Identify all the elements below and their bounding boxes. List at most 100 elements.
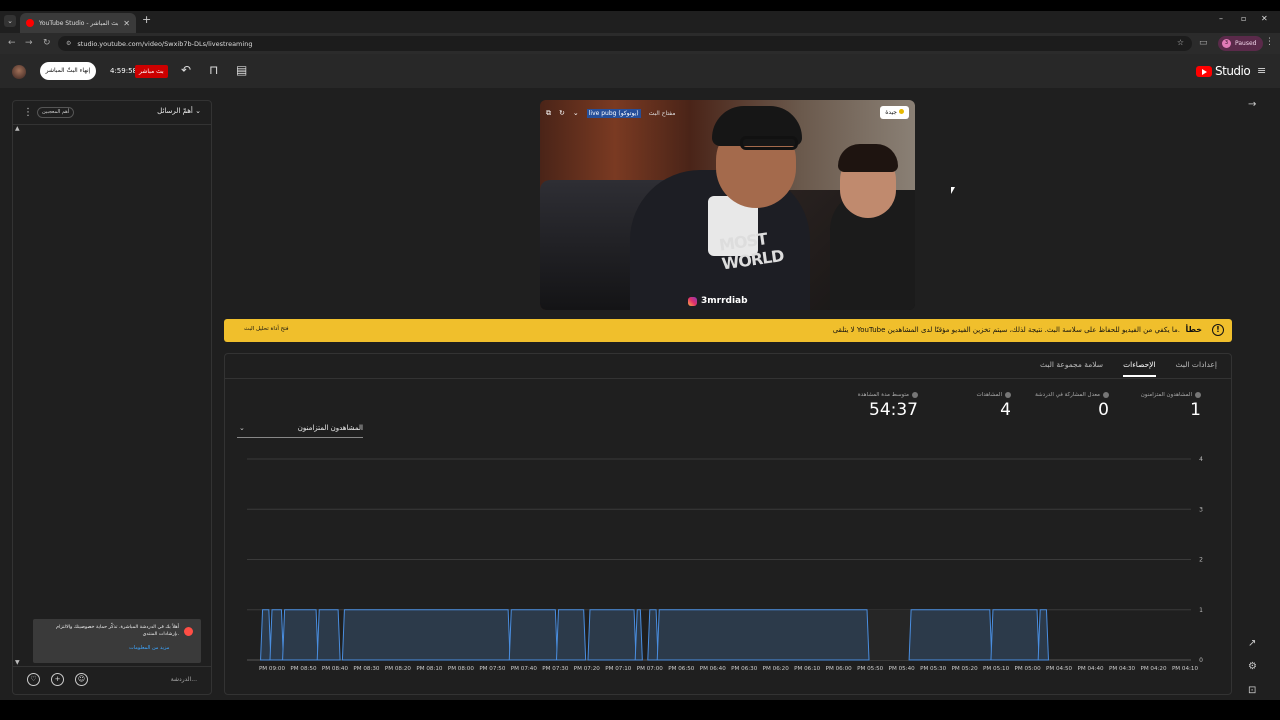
open-analyzer-link[interactable]: فتح أداة تحليل البث [244, 326, 288, 332]
instagram-icon [688, 296, 697, 306]
clapper-icon[interactable]: ▤ [236, 63, 247, 77]
top-fans-chip[interactable]: أهم المعجبين [37, 107, 75, 118]
copy-icon[interactable]: ⧉ [546, 109, 551, 118]
reload-icon[interactable]: ↻ [43, 38, 51, 48]
chart-area-segment [1037, 609, 1049, 661]
stat-label-text: المشاهدون المتزامنون [1140, 392, 1192, 398]
close-tab-icon[interactable]: ✕ [123, 19, 130, 28]
chart-area-segment [282, 609, 319, 661]
metric-dropdown[interactable]: ⌄ المشاهدون المتزامنون [237, 424, 363, 438]
stream-preview[interactable]: MOST WORLD ⧉ ↻ ⌄ live pubg (يوتوكو) مفتا… [540, 100, 915, 310]
y-tick-label: 4 [1199, 456, 1203, 463]
mouse-cursor-icon [951, 187, 955, 194]
info-icon[interactable] [1103, 392, 1109, 398]
gap-region [867, 609, 912, 660]
chart-area-segment [647, 609, 659, 661]
scroll-down-arrow-icon[interactable]: ▼ [15, 659, 20, 666]
x-tick-label: PM 05:00 [1015, 666, 1042, 672]
x-tick-label: PM 07:10 [605, 666, 632, 672]
chat-input[interactable]: الدردشة... [109, 672, 203, 687]
share-icon[interactable]: ↶ [181, 63, 191, 77]
close-window-icon[interactable]: ✕ [1261, 14, 1268, 23]
minimize-icon[interactable]: – [1219, 14, 1223, 23]
y-tick-label: 2 [1199, 557, 1203, 564]
x-tick-label: PM 08:10 [416, 666, 443, 672]
x-tick-label: PM 06:20 [763, 666, 790, 672]
chat-mode-dropdown[interactable]: أهمّ الرسائل ⌄ [157, 107, 201, 115]
chat-welcome-notice: أهلاً بك في الدردشة المباشرة. تذكّر حماي… [33, 619, 201, 663]
cast-icon[interactable]: ▭ [1199, 38, 1208, 48]
learn-more-link[interactable]: مزيد من المعلومات [129, 645, 169, 652]
x-tick-label: PM 04:40 [1077, 666, 1104, 672]
chart-area-segment [555, 609, 587, 661]
preview-handle-overlay: 3mrrdiab [688, 296, 748, 306]
bookmark-icon[interactable]: ⊓ [209, 63, 218, 77]
chat-header: ⋮ أهم المعجبين أهمّ الرسائل ⌄ [13, 101, 211, 125]
chart-area-segment [269, 609, 284, 661]
chart-area-segment [656, 609, 870, 661]
x-tick-label: PM 08:20 [385, 666, 412, 672]
profile-paused-button[interactable]: 3 Paused [1218, 36, 1264, 51]
end-stream-button[interactable]: إنهاء البثّ المباشر [40, 62, 96, 80]
x-tick-label: PM 07:20 [574, 666, 601, 672]
preview-stream-key: ⧉ ↻ ⌄ live pubg (يوتوكو) مفتاح البث [546, 106, 675, 120]
error-icon: ! [1212, 324, 1224, 336]
feedback-icon[interactable]: ⊡ [1248, 685, 1256, 696]
add-icon[interactable]: + [51, 673, 64, 686]
error-title: خطأ [1185, 325, 1202, 334]
tab-title: YouTube Studio - البث المباشر [39, 19, 119, 27]
x-tick-label: PM 09:00 [259, 666, 286, 672]
chat-mode-label: أهمّ الرسائل [157, 107, 193, 115]
tab-community-safety[interactable]: سلامة مجموعة البث [1040, 360, 1103, 377]
tab-analytics[interactable]: الإحصاءات [1123, 360, 1156, 377]
scroll-up-arrow-icon[interactable]: ▲ [15, 125, 20, 132]
stream-health-badge: جيدة [880, 106, 909, 119]
address-bar-row: ← → ↻ ⚙ studio.youtube.com/video/Swxib7b… [0, 33, 1280, 54]
tab-search-button[interactable]: ⌄ [4, 15, 16, 27]
browser-tab[interactable]: YouTube Studio - البث المباشر ✕ [20, 13, 136, 33]
info-icon[interactable] [1005, 392, 1011, 398]
stat-label: معدل المشاركة في الدردشة [999, 392, 1109, 398]
x-tick-label: PM 06:10 [794, 666, 821, 672]
notice-text: أهلاً بك في الدردشة المباشرة. تذكّر حماي… [56, 625, 179, 637]
chart-area-segment [908, 609, 993, 661]
profile-avatar: 3 [1222, 39, 1231, 48]
bookmark-star-icon[interactable]: ☆ [1177, 38, 1184, 47]
settings-gear-icon[interactable]: ⚙ [1248, 661, 1257, 672]
stat-label-text: المشاهدات [976, 392, 1002, 398]
tab-stream-settings[interactable]: إعدادات البث [1176, 360, 1217, 377]
maximize-icon[interactable]: ▫ [1241, 14, 1246, 23]
heart-icon[interactable]: ♡ [27, 673, 40, 686]
popout-icon[interactable]: ↗ [1248, 638, 1256, 649]
emoji-icon[interactable]: ☺ [75, 673, 88, 686]
chart-area-segment [587, 609, 637, 661]
collapse-arrow-icon[interactable]: → [1248, 99, 1256, 110]
stat-value: 4 [1000, 400, 1011, 420]
youtube-logo-icon [1196, 65, 1212, 77]
y-tick-label: 0 [1199, 657, 1203, 664]
new-tab-icon[interactable]: + [142, 13, 151, 26]
back-icon[interactable]: ← [8, 38, 16, 48]
chart-area-segment [508, 609, 558, 661]
forward-icon[interactable]: → [25, 38, 33, 48]
x-tick-label: PM 08:00 [448, 666, 475, 672]
x-tick-label: PM 05:30 [920, 666, 947, 672]
info-icon[interactable] [1195, 392, 1201, 398]
x-tick-label: PM 06:50 [668, 666, 695, 672]
stat-label: متوسط مدة المشاهدة [828, 392, 918, 398]
chat-more-icon[interactable]: ⋮ [23, 107, 33, 118]
browser-tab-bar: ⌄ YouTube Studio - البث المباشر ✕ + – ▫ … [0, 11, 1280, 33]
y-tick-label: 1 [1199, 607, 1203, 614]
info-icon[interactable] [912, 392, 918, 398]
refresh-icon[interactable]: ↻ [559, 109, 565, 117]
menu-icon[interactable]: ≡ [1257, 64, 1266, 77]
x-tick-label: PM 07:00 [637, 666, 664, 672]
chevron-down-icon[interactable]: ⌄ [573, 109, 579, 117]
url-input[interactable]: ⚙ studio.youtube.com/video/Swxib7b-DLs/l… [58, 36, 1192, 51]
channel-avatar[interactable] [12, 65, 26, 79]
browser-menu-icon[interactable]: ⋮ [1265, 37, 1274, 47]
site-info-icon[interactable]: ⚙ [66, 40, 71, 47]
studio-logo[interactable]: Studio [1196, 64, 1251, 78]
x-tick-label: PM 06:40 [700, 666, 727, 672]
chart-area-segment [341, 609, 511, 661]
